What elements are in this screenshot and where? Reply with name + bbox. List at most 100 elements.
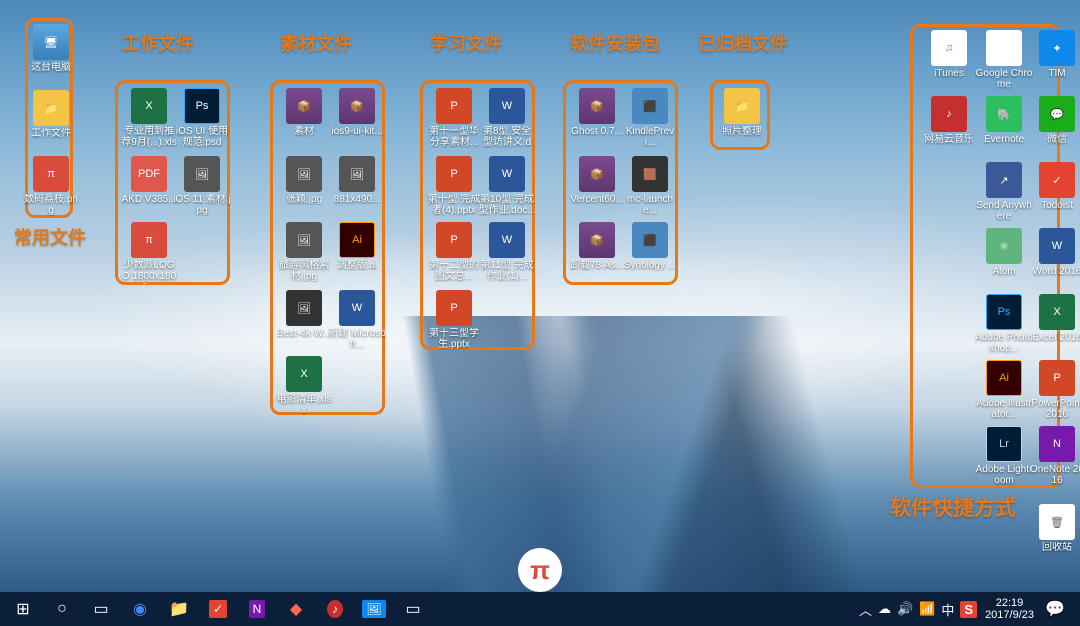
illustrator-icon: Ai	[986, 360, 1022, 396]
file-icon[interactable]: X电影清单.xlsx	[275, 356, 333, 416]
shortcut-photoshop[interactable]: PsAdobe Photoshop...	[975, 294, 1033, 354]
file-icon[interactable]: 🖼旅游风格素材.jpg	[275, 222, 333, 282]
file-icon[interactable]: W新建 Microsoft...	[328, 290, 386, 350]
action-center-button[interactable]: 💬	[1042, 594, 1068, 624]
shortcut-powerpoint[interactable]: PPowerPoint 2016	[1028, 360, 1080, 420]
pptx-icon: P	[436, 290, 472, 326]
shortcut-atom[interactable]: ⚛Atom	[975, 228, 1033, 277]
shortcut-tim[interactable]: ✦TIM	[1028, 30, 1080, 79]
file-icon[interactable]: 📦卸载78 As...	[568, 222, 626, 271]
file-icon[interactable]: Ai调整版.ai	[328, 222, 386, 271]
taskbar-explorer[interactable]: 📁	[160, 594, 198, 624]
start-button[interactable]: ⊞	[4, 594, 42, 624]
shortcut-illustrator[interactable]: AiAdobe Illustrator...	[975, 360, 1033, 420]
icon-label: 专业用到推荐9月(...).xlsx	[120, 126, 178, 150]
file-icon[interactable]: 📦ios9-ui-kit...	[328, 88, 386, 137]
icon-label: 这台电脑	[31, 62, 71, 73]
icon-work-folder[interactable]: 📁 工作文件	[22, 90, 80, 139]
shortcut-lightroom[interactable]: LrAdobe Lightroom	[975, 426, 1033, 486]
icon-label: 工作文件	[31, 128, 71, 139]
file-icon[interactable]: X专业用到推荐9月(...).xlsx	[120, 88, 178, 150]
taskbar-clock[interactable]: 22:19 2017/9/23	[985, 597, 1034, 621]
file-icon[interactable]: W第11型 完成作业(1)...	[478, 222, 536, 282]
file-icon[interactable]: PDFAKD V385...	[120, 156, 178, 205]
file-icon[interactable]: W第8型 安全型访讲义.do...	[478, 88, 536, 150]
file-icon[interactable]: P第十二型的图文总...	[425, 222, 483, 282]
file-icon[interactable]: 🟫mc-launche...	[621, 156, 679, 216]
taskbar-app2[interactable]: ▭	[394, 594, 432, 624]
taskbar: ⊞ ○ ▭ ◉ 📁 ✓ N ◆ ♪ 🖼 ▭ ︿ ☁ 🔊 📶 中 S 22:19 …	[0, 592, 1080, 626]
netease-icon: ♪	[931, 96, 967, 132]
taskbar-netease[interactable]: ♪	[316, 594, 354, 624]
jpg-icon: 🖼	[339, 156, 375, 192]
icon-label: Excel 2016	[1032, 332, 1080, 343]
file-icon[interactable]: ⬛Synology ...	[621, 222, 679, 271]
tray-ime-icon[interactable]: 中	[941, 600, 954, 619]
onenote-icon: N	[1039, 426, 1075, 462]
file-icon[interactable]: 🖼 881x490...	[328, 156, 386, 205]
icon-label: Adobe Lightroom	[975, 464, 1033, 486]
recycle-bin[interactable]: 🗑 回收站	[1028, 504, 1080, 553]
file-icon[interactable]: W第10型 完成型作业.doc...	[478, 156, 536, 216]
shortcut-itunes[interactable]: ♫iTunes	[920, 30, 978, 79]
taskbar-photos[interactable]: 🖼	[355, 594, 393, 624]
file-icon[interactable]: 📦Ghost 0.7...	[568, 88, 626, 137]
taskbar-right: ︿ ☁ 🔊 📶 中 S 22:19 2017/9/23 💬	[859, 594, 1076, 624]
icon-label: Best-4k-W...	[277, 328, 331, 339]
evernote-icon: 🐘	[986, 96, 1022, 132]
shortcut-excel[interactable]: XExcel 2016	[1028, 294, 1080, 343]
icon-label: 第十二型的图文总...	[425, 260, 483, 282]
recycle-bin-icon: 🗑	[1039, 504, 1075, 540]
shortcut-evernote[interactable]: 🐘 Evernote	[975, 96, 1033, 145]
cortana-button[interactable]: ○	[43, 594, 81, 624]
icon-label: 881x490...	[334, 194, 381, 205]
icon-label: TIM	[1048, 68, 1065, 79]
file-icon[interactable]: PsiOS UI 使用规范.psd	[173, 88, 231, 148]
shortcut-onenote[interactable]: NOneNote 2016	[1028, 426, 1080, 486]
shortcut-todoist[interactable]: ✓Todoist	[1028, 162, 1080, 211]
file-icon[interactable]: 🖼Best-4k-W...	[275, 290, 333, 339]
file-icon[interactable]: π少数派LOGO 1800x1800...	[120, 222, 178, 284]
tray-volume-icon[interactable]: 🔊	[897, 601, 913, 617]
shortcut-chrome[interactable]: ◉Google Chrome	[975, 30, 1033, 90]
taskbar-todoist[interactable]: ✓	[199, 594, 237, 624]
file-icon[interactable]: 🖼张颖.jpg	[275, 156, 333, 205]
pc-icon: 🖥	[33, 24, 69, 60]
tray-cloud-icon[interactable]: ☁	[878, 601, 891, 617]
shortcut-word[interactable]: WWord 2016	[1028, 228, 1080, 277]
taskbar-chrome[interactable]: ◉	[121, 594, 159, 624]
xlsx-icon: X	[286, 356, 322, 392]
system-tray[interactable]: ︿ ☁ 🔊 📶 中 S	[859, 600, 977, 619]
icon-label: Evernote	[984, 134, 1024, 145]
shortcut-wechat[interactable]: 💬微信	[1028, 96, 1080, 145]
tray-sogou-icon[interactable]: S	[960, 601, 977, 618]
photoshop-icon: Ps	[986, 294, 1022, 330]
file-icon[interactable]: P第十型 完成者(4).pptx	[425, 156, 483, 216]
taskview-button[interactable]: ▭	[82, 594, 120, 624]
file-icon[interactable]: 📦素材	[275, 88, 333, 137]
atom-icon: ⚛	[986, 228, 1022, 264]
file-icon[interactable]: 🖼iOS 11 素材.jpg	[173, 156, 231, 216]
icon-label: Vercent60...	[570, 194, 623, 205]
icon-label: KindlePrevi...	[621, 126, 679, 148]
tray-network-icon[interactable]: 📶	[919, 601, 935, 617]
taskbar-onenote[interactable]: N	[238, 594, 276, 624]
icon-label: 第8型 安全型访讲义.do...	[478, 126, 536, 150]
file-icon[interactable]: ⬛KindlePrevi...	[621, 88, 679, 148]
tray-chevron-up-icon[interactable]: ︿	[859, 600, 872, 619]
file-icon[interactable]: 📁照片整理	[713, 88, 771, 137]
file-icon[interactable]: P第十三型学生.pptx	[425, 290, 483, 350]
icon-label: iTunes	[934, 68, 964, 79]
shortcut-netease[interactable]: ♪网易云音乐	[920, 96, 978, 145]
icon-label: Synology ...	[624, 260, 676, 271]
docx-icon: W	[489, 222, 525, 258]
wechat-icon: 💬	[1039, 96, 1075, 132]
icon-this-pc[interactable]: 🖥 这台电脑	[22, 24, 80, 73]
icon-label: 张颖.jpg	[286, 194, 322, 205]
group-work-label: 工作文件	[122, 30, 194, 56]
shortcut-sendanywhere[interactable]: ↗Send Anywhere	[975, 162, 1033, 222]
taskbar-app1[interactable]: ◆	[277, 594, 315, 624]
file-icon[interactable]: P第十一型华分享素材...	[425, 88, 483, 148]
icon-pi-png[interactable]: π 数码荔枝.png	[22, 156, 80, 216]
file-icon[interactable]: 📦Vercent60...	[568, 156, 626, 205]
